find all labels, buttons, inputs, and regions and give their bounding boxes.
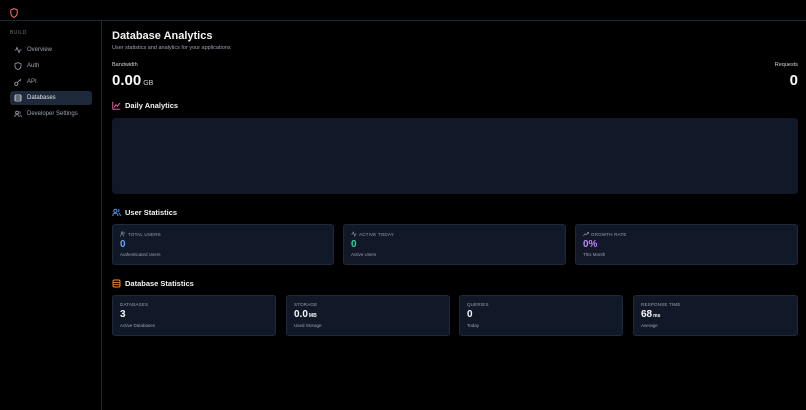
card-value: 3 (120, 309, 126, 320)
card-label: QUERIES (467, 302, 489, 307)
card-subtitle: Average (641, 323, 658, 328)
storage-card: STORAGE 0.0MB Used Storage (286, 295, 450, 336)
card-label: DATABASES (120, 302, 149, 307)
sidebar-item-label: Databases (27, 95, 56, 101)
card-subtitle: Today (467, 323, 480, 328)
sidebar-item-label: Developer Settings (27, 111, 78, 117)
bandwidth-label: Bandwidth (112, 62, 138, 68)
card-subtitle: This Month (583, 252, 606, 257)
requests-value: 0 (789, 72, 798, 89)
card-value: 0 (351, 239, 357, 250)
logo-shield-icon[interactable] (10, 5, 18, 18)
activity-icon (14, 46, 22, 54)
card-value: 0.0MB (294, 309, 317, 320)
card-subtitle: Authenticated Users (120, 252, 161, 257)
sidebar-item-developer-settings[interactable]: Developer Settings (10, 107, 92, 121)
card-label: ACTIVE TODAY (359, 231, 394, 237)
sidebar-item-label: API (27, 79, 37, 85)
response-time-card: RESPONSE TIME 68ms Average (633, 295, 798, 336)
sidebar-item-label: Auth (27, 63, 40, 69)
daily-analytics-title: Daily Analytics (125, 101, 179, 110)
active-today-card: ACTIVE TODAY 0 Active Users (343, 224, 566, 265)
users-icon (14, 110, 22, 118)
card-value: 68ms (641, 309, 661, 320)
user-statistics-heading: User Statistics (112, 208, 177, 217)
sidebar-item-api[interactable]: API (10, 75, 92, 89)
database-icon (112, 279, 121, 288)
page-title: Database Analytics (112, 30, 213, 42)
users-icon (120, 231, 126, 237)
user-statistics-title: User Statistics (125, 208, 178, 217)
database-statistics-heading: Database Statistics (112, 279, 194, 288)
sidebar-item-auth[interactable]: Auth (10, 59, 92, 73)
chart-icon (112, 101, 121, 110)
card-label: RESPONSE TIME (641, 302, 681, 307)
card-value: 0 (467, 309, 473, 320)
daily-analytics-chart (112, 118, 798, 194)
users-icon (112, 208, 121, 217)
activity-icon (351, 231, 357, 237)
trending-up-icon (583, 231, 589, 237)
main-content: Database Analytics User statistics and a… (102, 21, 806, 410)
bandwidth-metric: 0.00 GB (112, 72, 153, 89)
growth-rate-card: GROWTH RATE 0% This Month (575, 224, 798, 265)
card-subtitle: Active Databases (120, 323, 156, 328)
card-label: GROWTH RATE (591, 231, 627, 237)
shield-icon (14, 62, 22, 70)
card-value: 0 (120, 239, 126, 250)
sidebar-section-label: BUILD (10, 30, 27, 36)
total-users-card: TOTAL USERS 0 Authenticated Users (112, 224, 334, 265)
databases-card: DATABASES 3 Active Databases (112, 295, 276, 336)
key-icon (14, 78, 22, 86)
card-subtitle: Used Storage (294, 323, 322, 328)
top-bar (0, 0, 806, 21)
database-statistics-title: Database Statistics (125, 279, 194, 288)
daily-analytics-heading: Daily Analytics (112, 101, 178, 110)
card-subtitle: Active Users (351, 252, 377, 257)
sidebar-item-overview[interactable]: Overview (10, 43, 92, 57)
database-icon (14, 94, 22, 102)
card-label: STORAGE (294, 302, 318, 307)
queries-card: QUERIES 0 Today (459, 295, 623, 336)
sidebar: BUILD Overview Auth API Databases Develo… (0, 21, 102, 410)
page-subtitle: User statistics and analytics for your a… (112, 45, 231, 51)
card-label: TOTAL USERS (128, 231, 161, 237)
bandwidth-value: 0.00 (112, 72, 142, 89)
requests-label: Requests (774, 62, 798, 68)
bandwidth-unit: GB (143, 80, 154, 87)
card-value: 0% (583, 239, 598, 250)
sidebar-item-label: Overview (27, 47, 53, 53)
sidebar-item-databases[interactable]: Databases (10, 91, 92, 105)
